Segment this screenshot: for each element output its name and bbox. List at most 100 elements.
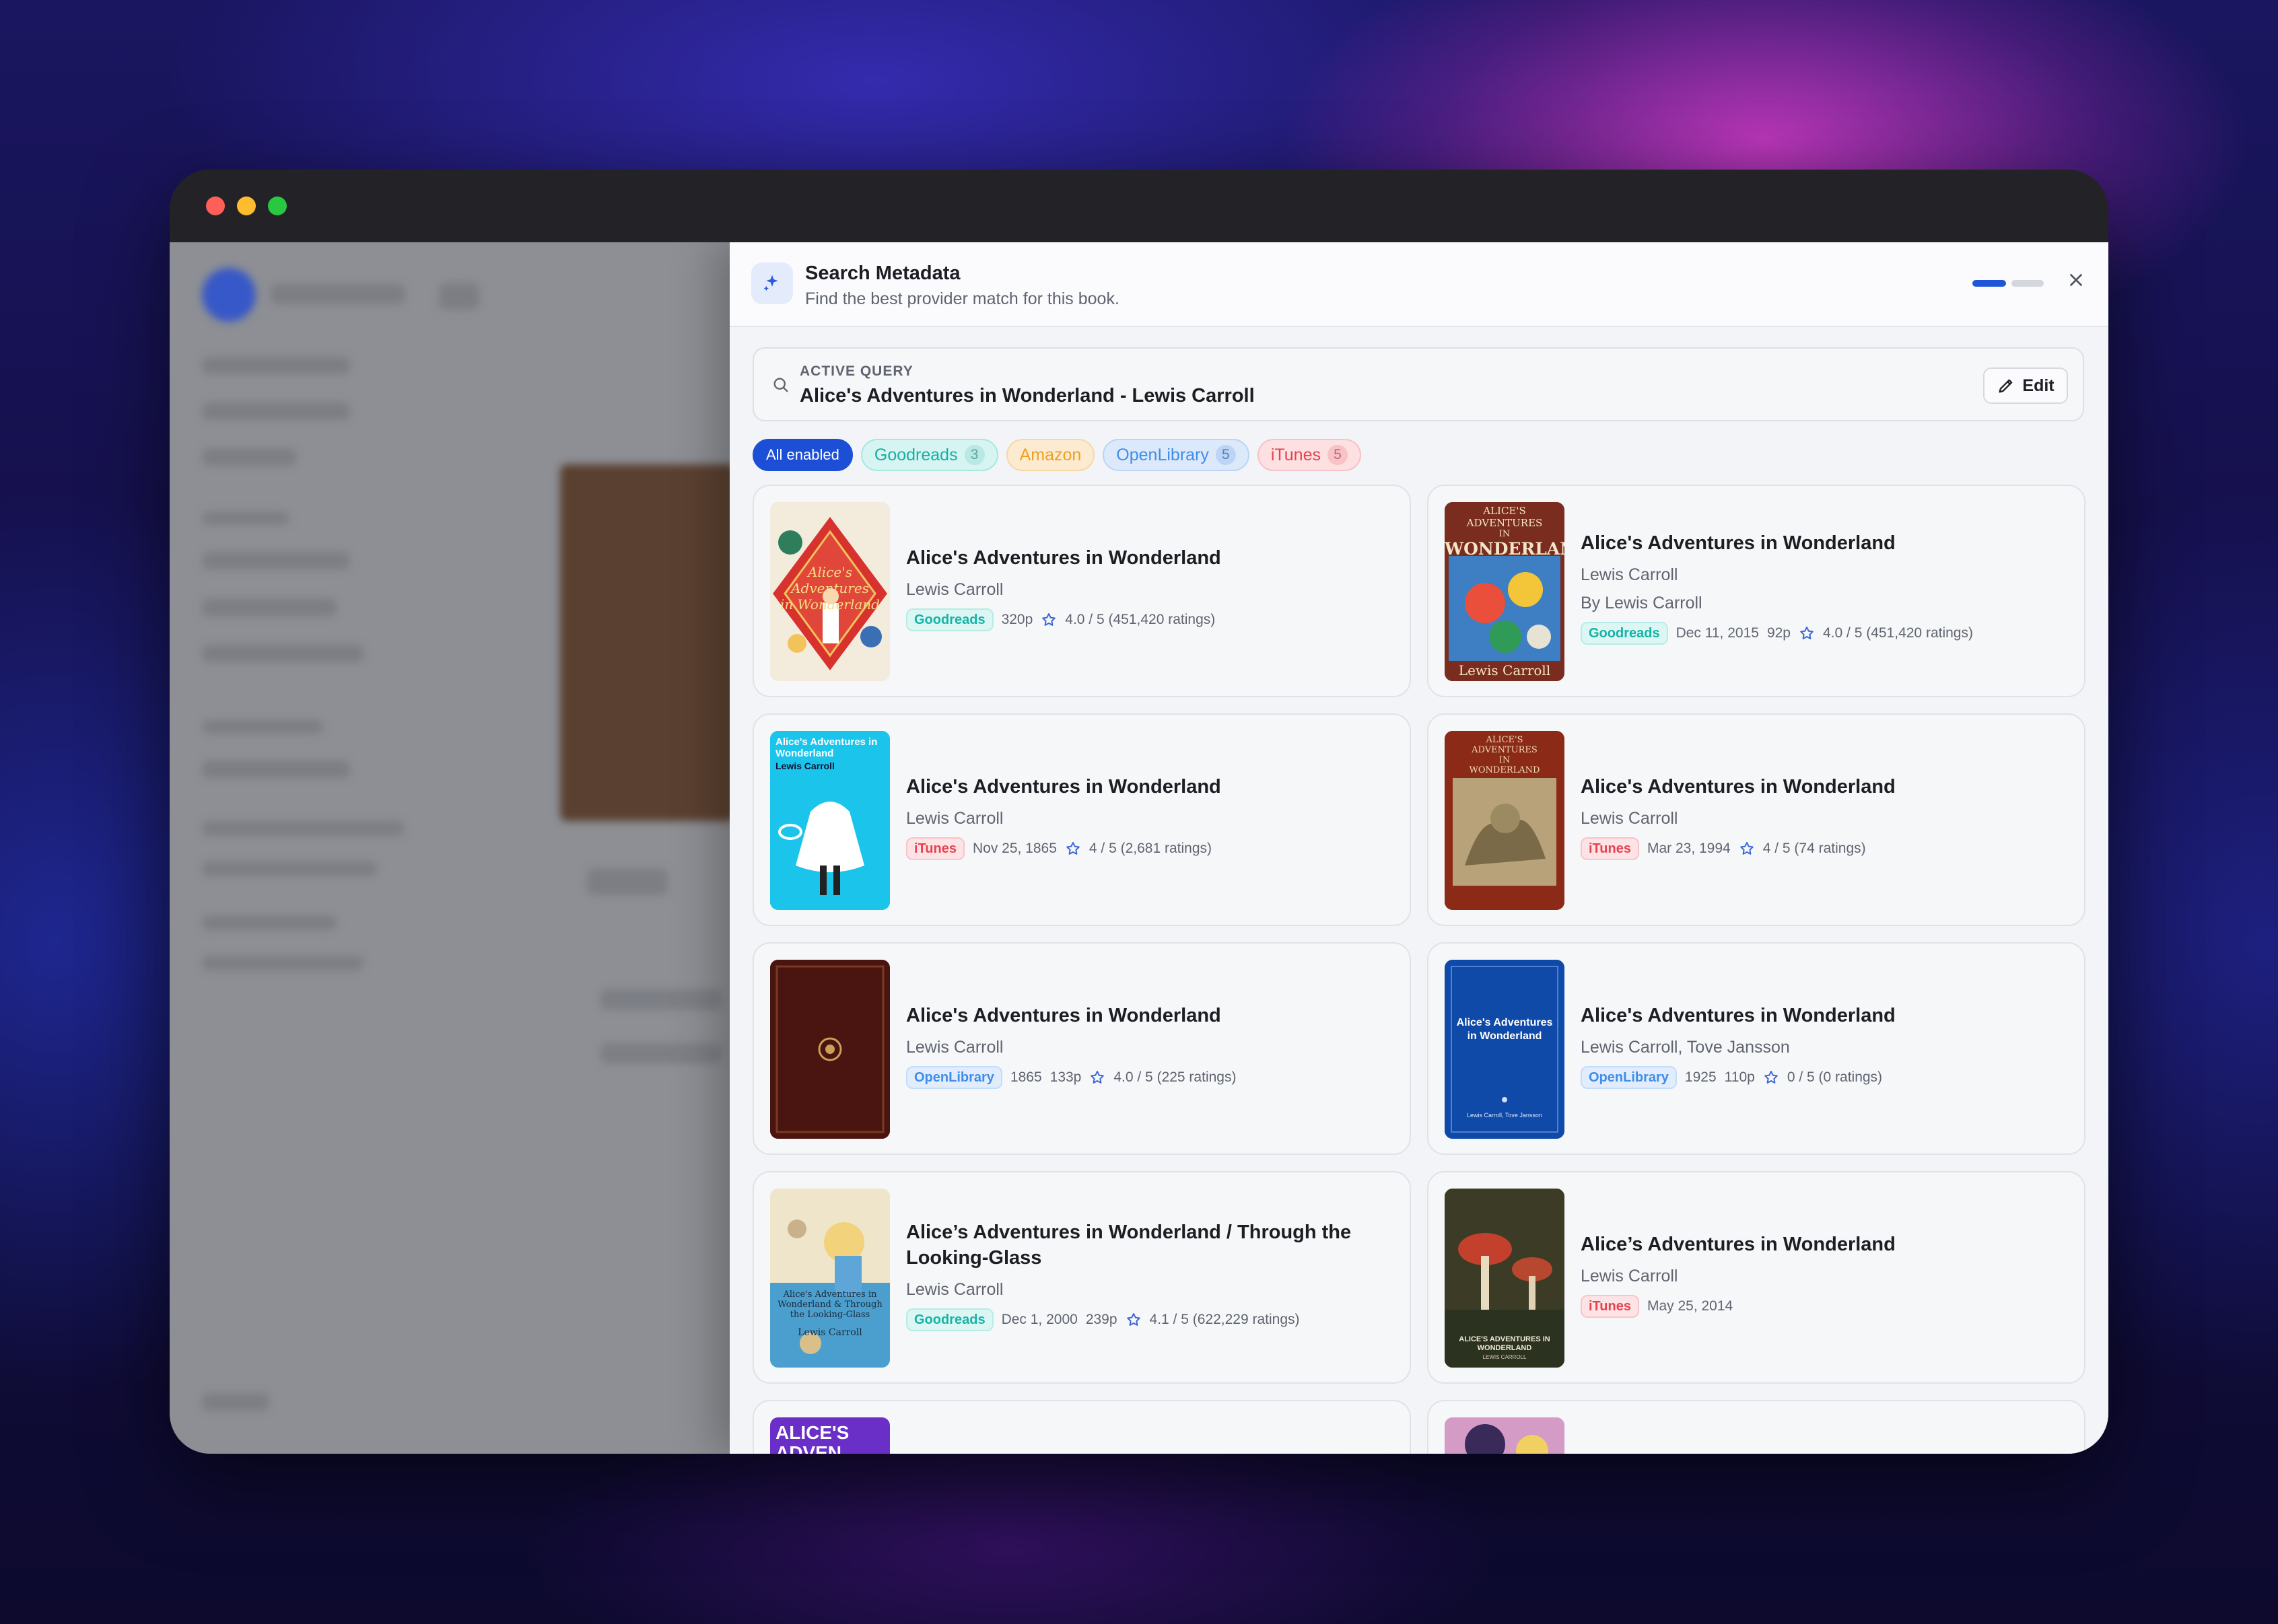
result-card[interactable]: Alice's Adventures in Wonderland Lewis C…: [753, 713, 1411, 926]
pencil-icon: [1999, 379, 2013, 393]
result-title: Alice's Adventures in Wonderland: [906, 547, 1221, 569]
provider-badge: iTunes: [1581, 837, 1639, 860]
query-label: ACTIVE QUERY: [800, 363, 913, 379]
active-query-box: ACTIVE QUERY Alice's Adventures in Wonde…: [753, 347, 2084, 421]
filter-label: iTunes: [1270, 445, 1321, 464]
result-title: Alice’s Adventures in Wonderland / Throu…: [906, 1222, 1352, 1269]
result-card[interactable]: ALICE'S ADVENTURES IN WONDERLAND Alice's…: [1427, 713, 2085, 926]
provider-badge: OpenLibrary: [1581, 1066, 1677, 1089]
book-cover: ALICE'S ADVENTURES IN WONDERLAND Lewis C…: [1445, 502, 1564, 681]
result-byline: By Lewis Carroll: [1581, 594, 1702, 612]
drawer-header: Search Metadata Find the best provider m…: [730, 242, 2108, 327]
filter-count: 5: [1215, 445, 1236, 465]
result-card[interactable]: ALICE'S ADVEN: [753, 1400, 1411, 1454]
result-title: Alice's Adventures in Wonderland: [906, 776, 1221, 798]
book-cover: ALICE'S ADVENTURES IN WONDERLAND: [1445, 731, 1564, 910]
search-icon: [771, 376, 790, 398]
cover-title: ALICE'S ADVEN: [775, 1422, 850, 1454]
result-pages: 239p: [1085, 1312, 1117, 1327]
query-value: Alice's Adventures in Wonderland - Lewis…: [800, 385, 1255, 407]
book-cover: [770, 960, 890, 1139]
filter-label: Amazon: [1019, 445, 1082, 464]
edit-query-button[interactable]: Edit: [1983, 367, 2068, 404]
filter-goodreads[interactable]: Goodreads 3: [860, 439, 998, 471]
step-indicator-active: [1972, 280, 2006, 287]
filter-amazon[interactable]: Amazon: [1006, 439, 1095, 471]
minimize-window-button[interactable]: [237, 197, 256, 215]
star-icon: [1126, 1312, 1142, 1328]
result-date: 1925: [1684, 1069, 1717, 1085]
result-meta: Goodreads 320p 4.0 / 5 (451,420 ratings): [906, 608, 1215, 631]
result-card[interactable]: Alice's Adventures in Wonderland & Throu…: [753, 1171, 1411, 1384]
result-card[interactable]: ALICE'S ADVENTURES IN WONDERLAND LEWIS C…: [1427, 1171, 2085, 1384]
book-cover: ALICE'S ADVENTURES IN WONDERLAND LEWIS C…: [1445, 1189, 1564, 1368]
result-author: Lewis Carroll: [906, 1280, 1004, 1299]
filter-itunes[interactable]: iTunes 5: [1257, 439, 1361, 471]
result-title: Alice's Adventures in Wonderland: [1581, 532, 1896, 554]
book-cover: Alice's Adventures in Wonderland Lewis C…: [770, 731, 890, 910]
drawer-title: Search Metadata: [805, 262, 961, 284]
cover-author: Lewis Carroll: [775, 761, 835, 771]
app-content: Search Metadata Find the best provider m…: [170, 242, 2108, 1454]
star-icon: [1739, 841, 1755, 857]
result-meta: iTunes Mar 23, 1994 4 / 5 (74 ratings): [1581, 837, 1866, 860]
filter-all-enabled[interactable]: All enabled: [753, 439, 853, 471]
filter-label: All enabled: [766, 446, 839, 463]
close-window-button[interactable]: [206, 197, 225, 215]
result-rating: 4.0 / 5 (451,420 ratings): [1823, 625, 1973, 641]
cover-author: Lewis Carroll: [798, 1327, 862, 1338]
star-icon: [1065, 841, 1081, 857]
app-window: Search Metadata Find the best provider m…: [170, 170, 2108, 1454]
filter-label: Goodreads: [874, 445, 958, 464]
result-author: Lewis Carroll: [1581, 565, 1678, 584]
result-date: 1865: [1010, 1069, 1042, 1085]
result-card[interactable]: Alice's Adventures in Wonderland Lewis C…: [1427, 942, 2085, 1155]
book-cover: Alice's Adventures in Wonderland Lewis C…: [1445, 960, 1564, 1139]
provider-badge: Goodreads: [1581, 622, 1668, 645]
star-icon: [1763, 1069, 1779, 1086]
book-cover: ALICE'S ADVEN: [770, 1417, 890, 1454]
result-date: Dec 1, 2000: [1001, 1312, 1078, 1327]
provider-badge: OpenLibrary: [906, 1066, 1002, 1089]
result-author: Lewis Carroll, Tove Jansson: [1581, 1038, 1790, 1057]
filter-openlibrary[interactable]: OpenLibrary 5: [1103, 439, 1249, 471]
drawer-subtitle: Find the best provider match for this bo…: [805, 289, 1119, 308]
search-metadata-drawer: Search Metadata Find the best provider m…: [730, 242, 2108, 1454]
result-title: Alice’s Adventures in Wonderland: [1581, 1234, 1896, 1255]
result-author: Lewis Carroll: [1581, 809, 1678, 828]
filter-count: 5: [1327, 445, 1348, 465]
sparkle-search-icon: [751, 262, 793, 304]
window-titlebar: [170, 170, 2108, 242]
result-meta: Goodreads Dec 11, 2015 92p 4.0 / 5 (451,…: [1581, 622, 1973, 645]
result-date: Nov 25, 1865: [972, 841, 1057, 856]
result-card[interactable]: Alice's Adventures in Wonderland Lewis C…: [753, 942, 1411, 1155]
filter-count: 3: [964, 445, 985, 465]
result-pages: 133p: [1049, 1069, 1082, 1085]
cover-title: Alice's Adventures in Wonderland: [780, 564, 880, 612]
cover-title: Alice's Adventures in Wonderland & Throu…: [778, 1290, 883, 1320]
result-title: Alice's Adventures in Wonderland: [1581, 776, 1896, 798]
result-author: Lewis Carroll: [1581, 1267, 1678, 1285]
provider-badge: Goodreads: [906, 608, 994, 631]
result-author: Lewis Carroll: [906, 580, 1004, 599]
result-title: Alice's Adventures in Wonderland: [1581, 1005, 1896, 1026]
result-title: Alice's Adventures in Wonderland: [906, 1005, 1221, 1026]
result-card[interactable]: ALICE'S ADVENTURES IN WONDERLAND Lewis C…: [1427, 485, 2085, 697]
result-meta: OpenLibrary 1865 133p 4.0 / 5 (225 ratin…: [906, 1066, 1236, 1089]
result-author: Lewis Carroll: [906, 809, 1004, 828]
result-card[interactable]: Alice's Adventures in Wonderland Alice's …: [753, 485, 1411, 697]
cover-title: ALICE'S ADVENTURES IN WONDERLAND: [1459, 1335, 1550, 1352]
result-rating: 4 / 5 (74 ratings): [1762, 841, 1866, 856]
result-card[interactable]: [1427, 1400, 2085, 1454]
cover-author: Lewis Carroll, Tove Jansson: [1467, 1112, 1542, 1119]
result-pages: 320p: [1001, 612, 1033, 627]
cover-title: ALICE'S ADVENTURES IN WONDERLAND: [1445, 505, 1564, 559]
cover-title: ALICE'S ADVENTURES IN WONDERLAND: [1469, 735, 1540, 775]
zoom-window-button[interactable]: [268, 197, 287, 215]
book-cover: Alice's Adventures in Wonderland & Throu…: [770, 1189, 890, 1368]
result-pages: 92p: [1766, 625, 1791, 641]
close-icon: [2070, 274, 2082, 286]
book-cover: Alice's Adventures in Wonderland: [770, 502, 890, 681]
cover-title: Alice's Adventures in Wonderland: [775, 736, 878, 759]
close-drawer-button[interactable]: [2063, 267, 2090, 293]
